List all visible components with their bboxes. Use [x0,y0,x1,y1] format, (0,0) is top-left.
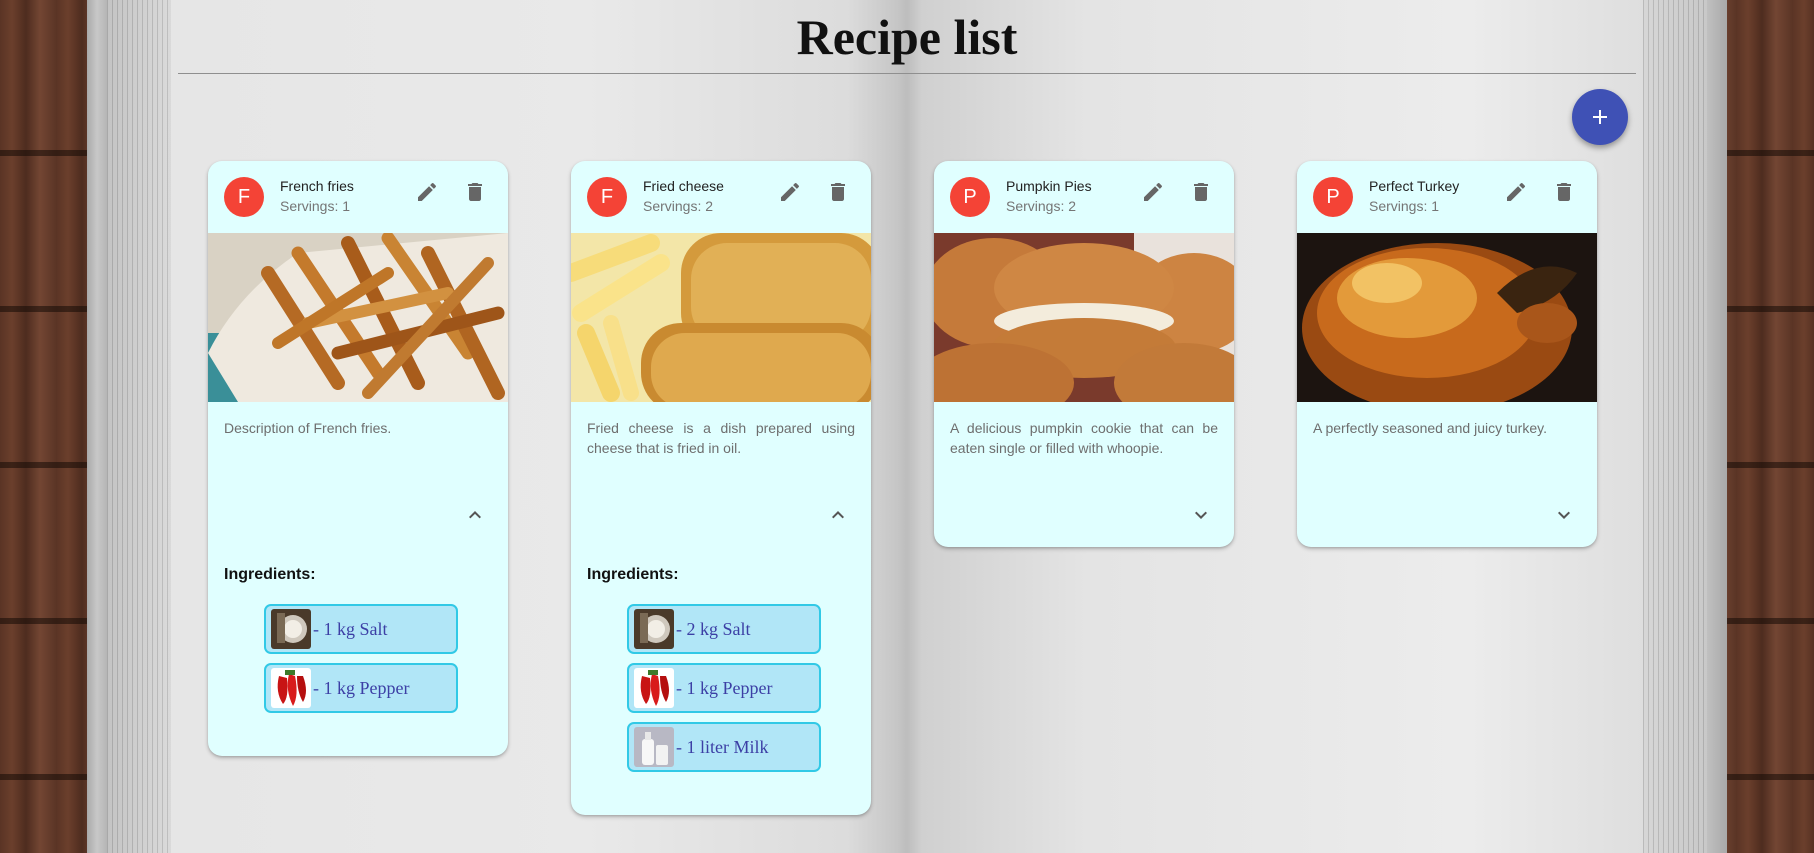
ingredient-label: - 2 kg Salt [676,618,751,639]
collapse-button[interactable] [821,498,855,532]
edit-recipe-button[interactable] [775,177,805,207]
avatar: F [224,177,264,217]
recipe-card-perfect-turkey: P Perfect Turkey Servings: 1 A perfectly… [1297,161,1597,547]
recipe-servings: Servings: 1 [1369,198,1440,214]
pencil-icon [778,180,802,204]
recipe-description: Description of French fries. [224,420,392,436]
card-header: P Perfect Turkey Servings: 1 [1297,161,1597,233]
recipe-title: Perfect Turkey [1369,178,1460,194]
recipe-description: Fried cheese is a dish prepared using ch… [587,420,855,456]
book-page-edges-left [107,0,171,853]
ingredient-label: - 1 kg Salt [313,618,388,639]
recipe-servings: Servings: 2 [643,198,714,214]
delete-recipe-button[interactable] [823,177,853,207]
ingredients-heading: Ingredients: [587,566,679,583]
pepper-icon [634,668,674,708]
recipe-image-french-fries [208,233,508,402]
trash-icon [1552,180,1576,204]
edit-recipe-button[interactable] [1501,177,1531,207]
title-divider [178,73,1636,74]
chevron-up-icon [826,503,850,527]
add-recipe-button[interactable] [1572,89,1628,145]
recipe-servings: Servings: 1 [280,198,351,214]
recipe-image-fried-cheese [571,233,871,402]
ingredient-chip[interactable]: - 1 liter Milk [627,722,821,772]
trash-icon [1189,180,1213,204]
ingredient-label: - 1 kg Pepper [676,677,773,698]
recipe-servings: Servings: 2 [1006,198,1077,214]
edit-recipe-button[interactable] [412,177,442,207]
card-header: F Fried cheese Servings: 2 [571,161,871,233]
recipe-title: Pumpkin Pies [1006,178,1092,194]
ingredient-chip[interactable]: - 1 kg Salt [264,604,458,654]
recipe-image-perfect-turkey [1297,233,1597,402]
recipe-title: French fries [280,178,354,194]
recipe-card-pumpkin-pies: P Pumpkin Pies Servings: 2 A delicious p… [934,161,1234,547]
avatar: P [1313,177,1353,217]
chevron-down-icon [1189,503,1213,527]
delete-recipe-button[interactable] [460,177,490,207]
ingredient-chip[interactable]: - 2 kg Salt [627,604,821,654]
expand-button[interactable] [1547,498,1581,532]
chevron-down-icon [1552,503,1576,527]
plus-icon [1593,110,1607,124]
recipe-card-french-fries: F French fries Servings: 1 Description o… [208,161,508,756]
ingredient-label: - 1 kg Pepper [313,677,410,698]
ingredient-label: - 1 liter Milk [676,736,769,757]
chevron-up-icon [463,503,487,527]
pepper-icon [271,668,311,708]
pencil-icon [1141,180,1165,204]
recipe-description: A perfectly seasoned and juicy turkey. [1313,420,1547,436]
ingredient-chip[interactable]: - 1 kg Pepper [264,663,458,713]
expand-button[interactable] [1184,498,1218,532]
card-header: P Pumpkin Pies Servings: 2 [934,161,1234,233]
pencil-icon [415,180,439,204]
card-header: F French fries Servings: 1 [208,161,508,233]
book-page-edges-right [1643,0,1707,853]
recipe-image-pumpkin-pies [934,233,1234,402]
salt-icon [634,609,674,649]
avatar: F [587,177,627,217]
trash-icon [826,180,850,204]
pencil-icon [1504,180,1528,204]
recipe-card-fried-cheese: F Fried cheese Servings: 2 Fried cheese … [571,161,871,815]
delete-recipe-button[interactable] [1186,177,1216,207]
recipe-description: A delicious pumpkin cookie that can be e… [950,420,1218,456]
trash-icon [463,180,487,204]
avatar: P [950,177,990,217]
page-title: Recipe list [796,9,1018,65]
recipe-title: Fried cheese [643,178,724,194]
milk-icon [634,727,674,767]
collapse-button[interactable] [458,498,492,532]
ingredients-heading: Ingredients: [224,566,316,583]
delete-recipe-button[interactable] [1549,177,1579,207]
edit-recipe-button[interactable] [1138,177,1168,207]
ingredient-chip[interactable]: - 1 kg Pepper [627,663,821,713]
salt-icon [271,609,311,649]
